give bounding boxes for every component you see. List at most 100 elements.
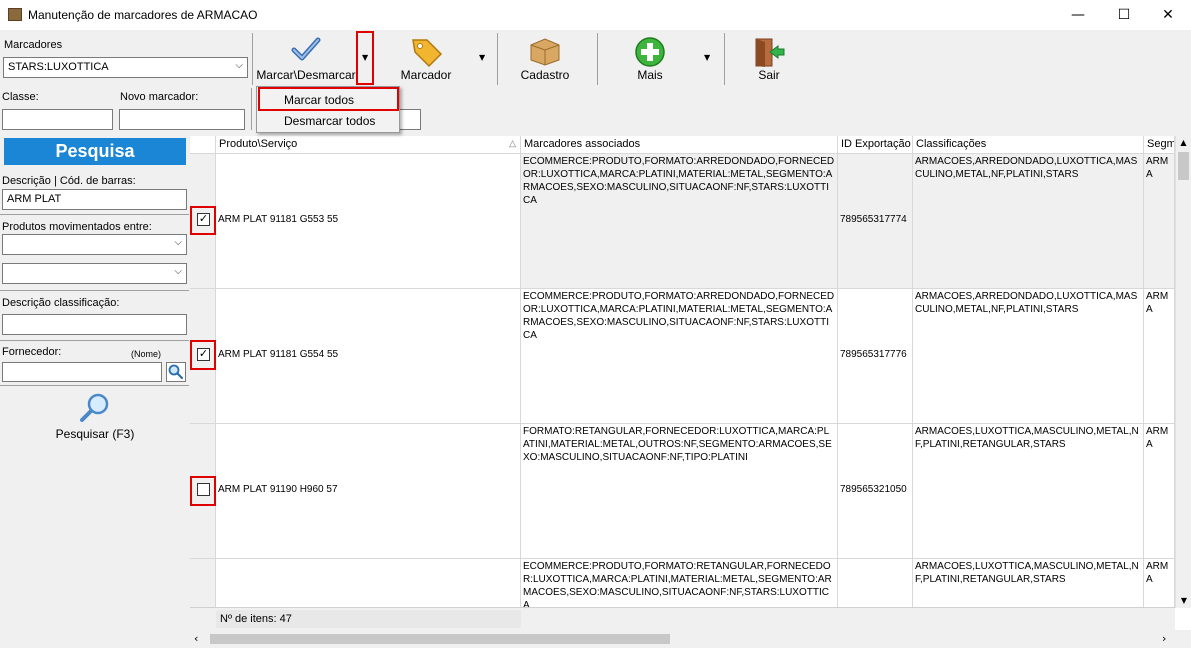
fornecedor-search-button[interactable] — [166, 362, 186, 382]
marcador-label: Marcador — [400, 68, 452, 82]
marcadores-cell[interactable]: ECOMMERCE:PRODUTO,FORMATO:ARREDONDADO,FO… — [521, 154, 838, 289]
chevron-down-icon: ⌵ — [174, 266, 182, 277]
mais-button[interactable]: Mais — [620, 32, 680, 84]
highlight-checkbox-row2 — [190, 340, 216, 370]
segm-cell[interactable]: ARMA — [1144, 289, 1175, 424]
classificacoes-cell[interactable]: ARMACOES,LUXOTTICA,MASCULINO,METAL,NF,PL… — [913, 559, 1144, 607]
marcador-button[interactable]: Marcador — [395, 32, 457, 84]
produto-cell[interactable] — [216, 559, 521, 607]
produto-cell[interactable]: ARM PLAT 91181 G554 55 — [216, 289, 521, 424]
movimentados-label: Produtos movimentados entre: — [2, 221, 152, 233]
id-cell[interactable]: 789565317776 — [838, 289, 913, 424]
exit-door-icon — [755, 38, 785, 67]
sidebar-divider — [0, 290, 189, 291]
classe-input[interactable] — [2, 109, 113, 130]
vertical-scroll-thumb[interactable] — [1178, 152, 1189, 180]
horizontal-scrollbar[interactable]: ‹ › — [190, 630, 1191, 648]
classificacoes-cell[interactable]: ARMACOES,ARREDONDADO,LUXOTTICA,MASCULINO… — [913, 154, 1144, 289]
marcadores-value: STARS:LUXOTTICA — [8, 61, 109, 73]
grid-footer: Nº de itens: 47 — [190, 607, 1175, 630]
table-row[interactable]: ECOMMERCE:PRODUTO,FORMATO:RETANGULAR,FOR… — [190, 559, 1175, 607]
novo-marcador-input[interactable] — [119, 109, 245, 130]
classificacao-input[interactable] — [2, 314, 187, 335]
toolbar-separator — [724, 33, 725, 85]
sair-label: Sair — [758, 68, 780, 82]
sidebar-divider — [0, 340, 189, 341]
mais-dropdown-arrow[interactable]: ▼ — [704, 53, 710, 62]
row-select-cell[interactable] — [190, 559, 216, 607]
scroll-up-arrow[interactable]: ▲ — [1176, 136, 1191, 150]
segm-cell[interactable]: ARMA — [1144, 559, 1175, 607]
marcadores-cell[interactable]: ECOMMERCE:PRODUTO,FORMATO:RETANGULAR,FOR… — [521, 559, 838, 607]
product-grid: Produto\Serviço △ Marcadores associados I… — [190, 136, 1191, 630]
pesquisar-label: Pesquisar (F3) — [55, 427, 135, 441]
fornecedor-input[interactable] — [2, 362, 162, 382]
marcadores-combo[interactable]: STARS:LUXOTTICA ⌵ — [3, 57, 248, 78]
window-title: Manutenção de marcadores de ARMACAO — [28, 8, 258, 22]
marcar-label: Marcar\Desmarcar — [256, 68, 356, 82]
marcadores-cell[interactable]: ECOMMERCE:PRODUTO,FORMATO:ARREDONDADO,FO… — [521, 289, 838, 424]
minimize-button[interactable]: — — [1055, 0, 1101, 30]
classe-label: Classe: — [2, 91, 39, 103]
id-cell[interactable]: 789565317774 — [838, 154, 913, 289]
marcadores-cell[interactable]: FORMATO:RETANGULAR,FORNECEDOR:LUXOTTICA,… — [521, 424, 838, 559]
produto-cell[interactable]: ARM PLAT 91181 G553 55 — [216, 154, 521, 289]
fornecedor-hint: (Nome) — [131, 349, 162, 359]
sort-arrow-icon: △ — [509, 138, 516, 148]
checkmark-icon — [291, 37, 321, 61]
close-button[interactable]: ✕ — [1145, 0, 1191, 30]
classificacoes-cell[interactable]: ARMACOES,ARREDONDADO,LUXOTTICA,MASCULINO… — [913, 289, 1144, 424]
column-header-marcadores[interactable]: Marcadores associados — [521, 136, 838, 154]
select-column-header[interactable] — [190, 136, 216, 154]
item-count: Nº de itens: 47 — [216, 610, 521, 628]
scroll-down-arrow[interactable]: ▼ — [1176, 594, 1191, 608]
column-header-produto[interactable]: Produto\Serviço △ — [216, 136, 521, 154]
mais-label: Mais — [637, 68, 663, 82]
id-cell[interactable]: 789565321050 — [838, 424, 913, 559]
segm-cell[interactable]: ARMA — [1144, 154, 1175, 289]
title-bar: Manutenção de marcadores de ARMACAO — ☐ … — [0, 0, 1191, 30]
chevron-down-icon: ⌵ — [235, 60, 243, 71]
produto-cell[interactable]: ARM PLAT 91190 H960 57 — [216, 424, 521, 559]
fornecedor-label: Fornecedor: — [2, 346, 62, 358]
vertical-scrollbar[interactable]: ▲ ▼ — [1175, 136, 1191, 608]
search-icon — [80, 393, 109, 422]
toolbar-separator — [597, 33, 598, 85]
table-row[interactable]: ARM PLAT 91190 H960 57 FORMATO:RETANGULA… — [190, 424, 1175, 559]
highlight-checkbox-row3 — [190, 476, 216, 506]
cadastro-button[interactable]: Cadastro — [510, 32, 580, 84]
table-row[interactable]: ✓ ARM PLAT 91181 G553 55 ECOMMERCE:PRODU… — [190, 154, 1175, 289]
classificacoes-cell[interactable]: ARMACOES,LUXOTTICA,MASCULINO,METAL,NF,PL… — [913, 424, 1144, 559]
scroll-right-arrow[interactable]: › — [1162, 632, 1166, 645]
table-row[interactable]: ✓ ARM PLAT 91181 G554 55 ECOMMERCE:PRODU… — [190, 289, 1175, 424]
column-header-segm[interactable]: Segm — [1144, 136, 1175, 154]
magnifier-icon — [168, 364, 184, 380]
box-icon — [530, 38, 560, 66]
toolbar-separator — [252, 33, 253, 85]
maximize-button[interactable]: ☐ — [1101, 0, 1147, 30]
id-cell[interactable] — [838, 559, 913, 607]
plus-icon — [635, 37, 665, 67]
toolbar-separator — [497, 33, 498, 85]
sidebar-divider — [0, 385, 189, 386]
sair-button[interactable]: Sair — [744, 32, 794, 84]
app-icon — [8, 8, 22, 21]
date-to-combo[interactable]: ⌵ — [2, 263, 187, 284]
highlight-checkbox-row1 — [190, 206, 216, 235]
row-separator — [251, 88, 252, 130]
column-header-classificacoes[interactable]: Classificações — [913, 136, 1144, 154]
novo-marcador-label: Novo marcador: — [120, 91, 199, 103]
classificacao-label: Descrição classificação: — [2, 297, 120, 309]
scroll-left-arrow[interactable]: ‹ — [194, 632, 198, 645]
descricao-input[interactable]: ARM PLAT — [2, 189, 187, 210]
menu-item-desmarcar-todos[interactable]: Desmarcar todos — [257, 110, 399, 132]
marcar-desmarcar-button[interactable]: Marcar\Desmarcar — [256, 32, 356, 84]
date-from-combo[interactable]: ⌵ — [2, 234, 187, 255]
horizontal-scroll-thumb[interactable] — [210, 634, 670, 644]
marcadores-label: Marcadores — [4, 39, 63, 51]
tag-icon — [412, 39, 443, 68]
column-header-id[interactable]: ID Exportação — [838, 136, 913, 154]
pesquisar-button[interactable]: Pesquisar (F3) — [40, 392, 150, 442]
segm-cell[interactable]: ARMA — [1144, 424, 1175, 559]
marcador-dropdown-arrow[interactable]: ▼ — [479, 53, 485, 62]
